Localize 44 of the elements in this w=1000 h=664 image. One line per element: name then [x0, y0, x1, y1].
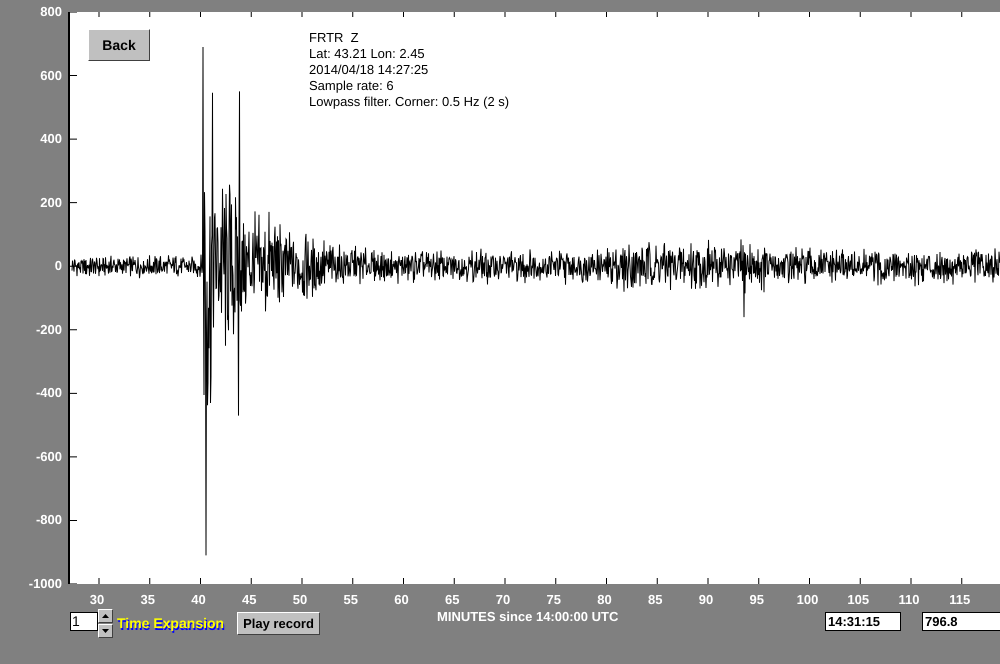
y-axis-label: 600 [40, 68, 62, 83]
y-axis-label: -400 [36, 386, 62, 400]
x-axis-label: 55 [344, 593, 358, 607]
time-expansion-label: Time Expansion [117, 614, 224, 633]
cursor-value-field[interactable]: 796.8 [922, 612, 1000, 631]
station-info-line: Lat: 43.21 Lon: 2.45 [309, 46, 426, 62]
x-axis-label: 80 [597, 593, 612, 607]
spin-up-button[interactable] [98, 609, 113, 623]
down-arrow-icon [102, 629, 109, 633]
time-expansion-field[interactable]: 1 [70, 612, 98, 631]
x-axis-label: 60 [394, 593, 409, 607]
x-axis-label: 40 [191, 593, 206, 607]
up-arrow-icon [102, 614, 109, 618]
x-axis-label: 105 [847, 593, 870, 607]
y-axis-label: 200 [40, 196, 62, 210]
x-axis-label: 90 [698, 593, 714, 607]
y-axis-label: -200 [36, 322, 62, 337]
x-axis-label: 30 [90, 593, 104, 607]
y-axis-label: -600 [36, 450, 62, 464]
x-axis-label: 85 [648, 593, 662, 607]
back-button[interactable]: Back [88, 29, 150, 61]
x-axis-label: 50 [292, 593, 308, 607]
x-axis-label: 115 [949, 593, 970, 607]
x-axis-label: 100 [796, 593, 818, 607]
x-axis-label: 75 [546, 593, 561, 607]
x-axis-label: 70 [496, 593, 510, 607]
y-axis-label: 0 [54, 259, 62, 274]
station-info-line: FRTR Z [309, 30, 360, 46]
x-axis-label: 35 [140, 593, 155, 607]
y-axis-label: 800 [40, 5, 62, 19]
x-axis-title: MINUTES since 14:00:00 UTC [437, 608, 618, 626]
x-axis-label: 110 [898, 593, 920, 607]
cursor-time-field[interactable]: 14:31:15 [825, 612, 901, 631]
station-info-line: Sample rate: 6 [309, 78, 395, 94]
y-axis-label: -1000 [28, 577, 62, 591]
x-axis-label: 45 [242, 593, 256, 607]
station-info-line: Lowpass filter. Corner: 0.5 Hz (2 s) [309, 94, 510, 110]
spin-down-button[interactable] [98, 624, 113, 638]
play-record-button[interactable]: Play record [237, 612, 320, 635]
station-info-line: 2014/04/18 14:27:25 [309, 62, 430, 78]
x-axis-label: 65 [445, 593, 460, 607]
y-axis-label: -800 [36, 513, 62, 528]
x-axis-label: 95 [750, 593, 764, 607]
y-axis-label: 400 [40, 132, 62, 146]
